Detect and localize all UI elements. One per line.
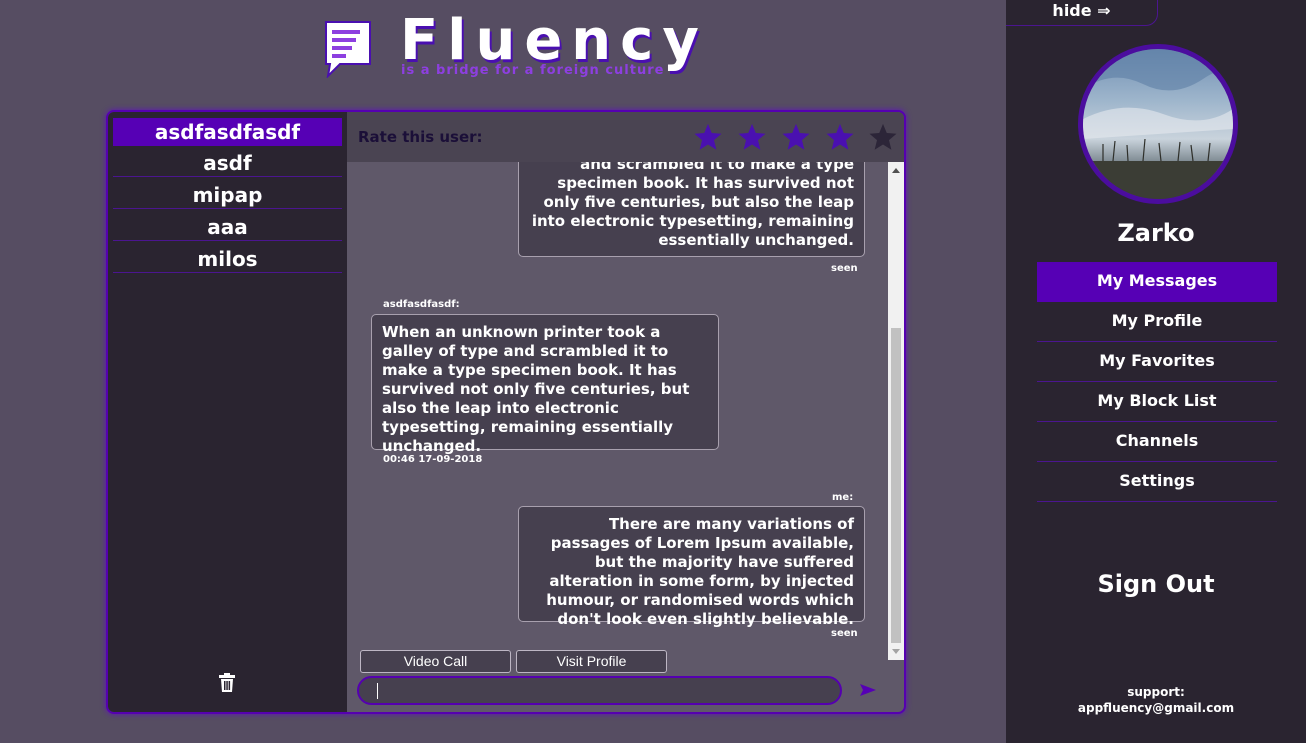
nav-channels[interactable]: Channels [1037, 422, 1277, 462]
support-label: support: [1127, 685, 1185, 699]
hide-sidebar-button[interactable]: hide ⇒ [1006, 0, 1158, 26]
sign-out-button[interactable]: Sign Out [1006, 570, 1306, 598]
contact-item[interactable]: aaa [113, 213, 342, 241]
message-bubble: When an unknown printer took a galley of… [371, 314, 719, 455]
contact-item[interactable]: milos [113, 245, 342, 273]
message-sender: asdfasdfasdf: [383, 299, 460, 310]
rating-star-icon[interactable] [781, 122, 811, 152]
message-status: seen [831, 628, 858, 639]
scroll-thumb[interactable] [891, 328, 901, 643]
avatar-landscape-image [1083, 49, 1233, 199]
rating-bar: Rate this user: [347, 112, 904, 162]
rating-star-icon[interactable] [868, 122, 898, 152]
avatar [1078, 44, 1238, 204]
nav-settings[interactable]: Settings [1037, 462, 1277, 502]
scroll-up-arrow-icon[interactable] [892, 168, 900, 173]
support-email[interactable]: appfluency@gmail.com [1006, 700, 1306, 716]
chat-panel: asdfasdfasdf asdf mipap aaa milos Rate t… [106, 110, 906, 714]
rating-star-icon[interactable] [825, 122, 855, 152]
contact-item[interactable]: mipap [113, 181, 342, 209]
message-bubble: There are many variations of passages of… [518, 506, 865, 628]
conversation: Rate this user: and scrambled it to make… [347, 112, 904, 712]
contact-list: asdfasdfasdf asdf mipap aaa milos [108, 112, 347, 712]
nav-my-profile[interactable]: My Profile [1037, 302, 1277, 342]
app-tagline: is a bridge for a foreign culture [401, 63, 665, 78]
message-list[interactable]: and scrambled it to make a type specimen… [347, 162, 904, 660]
rating-label: Rate this user: [358, 128, 483, 146]
text-caret [377, 683, 378, 699]
message-sender: me: [832, 492, 854, 503]
nav-my-messages[interactable]: My Messages [1037, 262, 1277, 302]
rating-star-icon[interactable] [737, 122, 767, 152]
nav-my-favorites[interactable]: My Favorites [1037, 342, 1277, 382]
message-bubble: and scrambled it to make a type specimen… [518, 162, 865, 257]
logo: Fluency is a bridge for a foreign cultur… [322, 8, 702, 82]
chat-logo-icon [325, 21, 371, 78]
username: Zarko [1117, 219, 1195, 247]
message-text: and scrambled it to make a type specimen… [531, 162, 854, 249]
sidebar: hide ⇒ Zarko My Messages My Profile My F… [1006, 0, 1306, 743]
message-status: seen [831, 263, 858, 274]
contact-item[interactable]: asdfasdfasdf [113, 118, 342, 146]
message-scrollbar[interactable] [888, 162, 904, 660]
message-timestamp: 00:46 17-09-2018 [383, 454, 483, 465]
trash-icon[interactable] [218, 673, 236, 693]
nav-my-block-list[interactable]: My Block List [1037, 382, 1277, 422]
message-text: There are many variations of passages of… [546, 515, 854, 628]
visit-profile-button[interactable]: Visit Profile [516, 650, 667, 673]
message-text: When an unknown printer took a galley of… [382, 323, 690, 455]
rating-star-icon[interactable] [693, 122, 723, 152]
support-info: support: appfluency@gmail.com [1006, 684, 1306, 716]
message-input[interactable] [357, 676, 842, 705]
contact-item[interactable]: asdf [113, 149, 342, 177]
scroll-down-arrow-icon[interactable] [892, 649, 900, 654]
video-call-button[interactable]: Video Call [360, 650, 511, 673]
send-icon[interactable] [860, 683, 876, 697]
